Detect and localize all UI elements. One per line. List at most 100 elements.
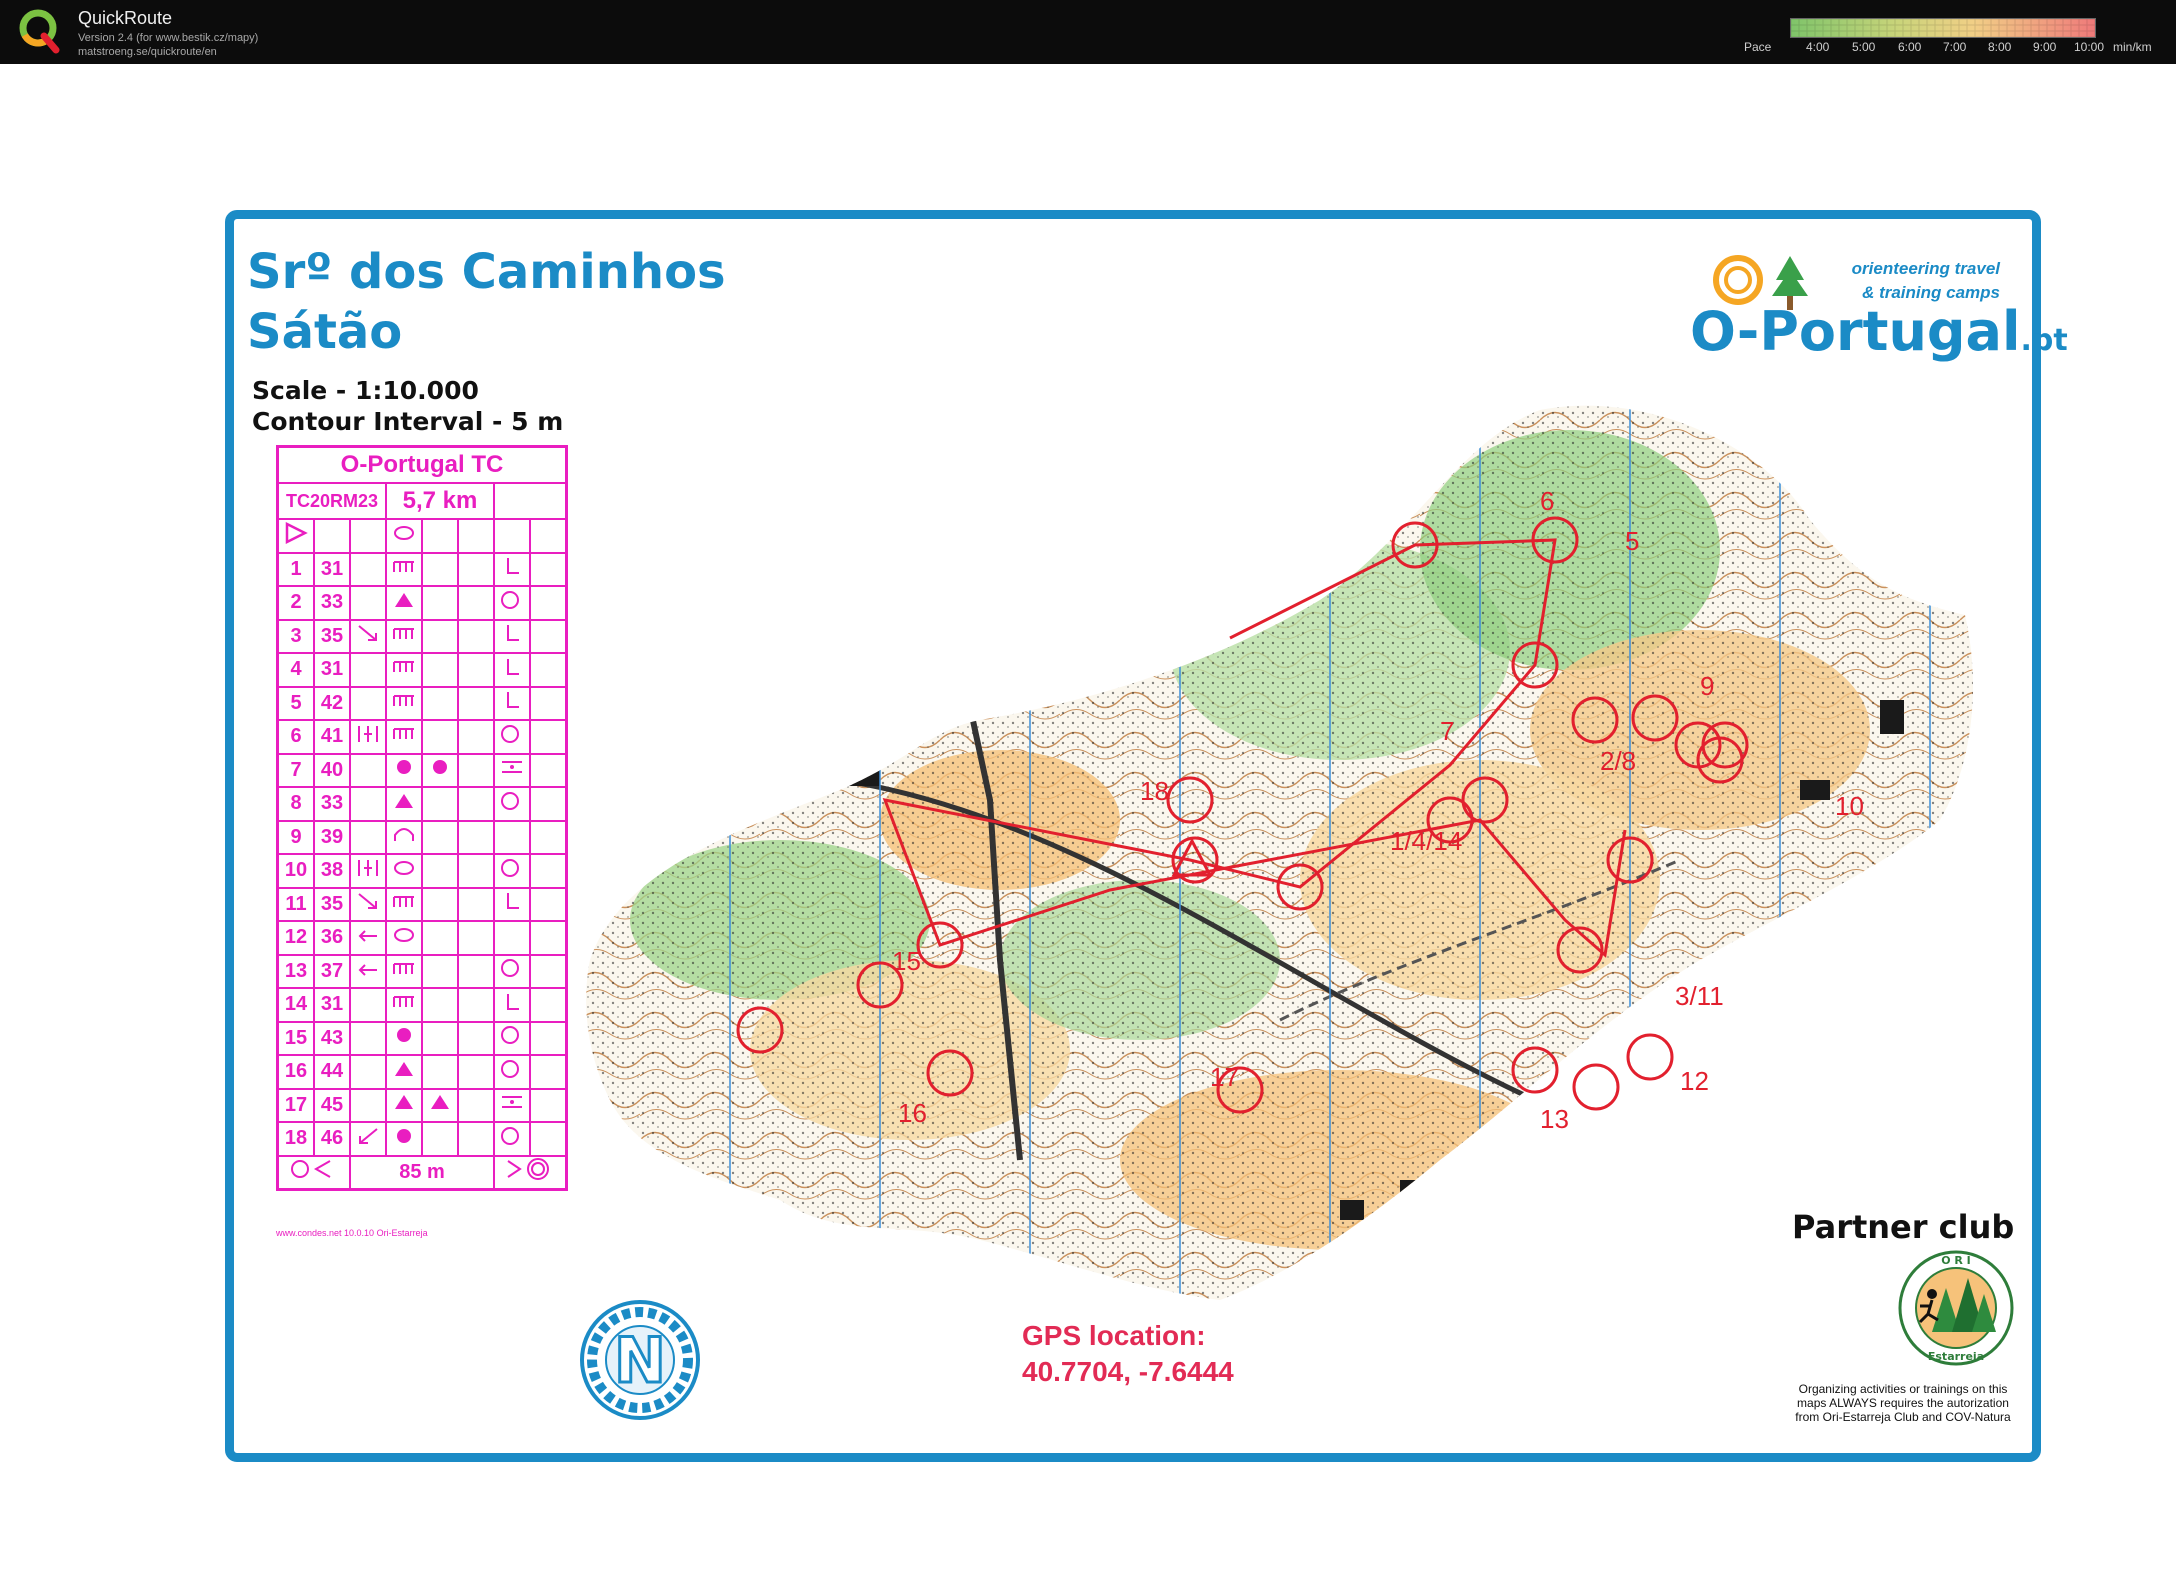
control-number: 6 bbox=[1540, 486, 1554, 516]
cd-location-icon bbox=[493, 1020, 531, 1056]
cd-cell bbox=[529, 752, 568, 788]
cd-control-code: 38 bbox=[313, 853, 351, 889]
cd-footer: www.condes.net 10.0.10 Ori-Estarreja bbox=[276, 1228, 428, 1238]
cd-control-number: 7 bbox=[276, 752, 315, 788]
cd-cell bbox=[421, 685, 459, 721]
cd-cell bbox=[421, 518, 459, 554]
cd-location-icon bbox=[493, 987, 531, 1023]
control-number: 2/8 bbox=[1600, 746, 1636, 776]
cd-feature-icon bbox=[385, 585, 423, 621]
start-triangle-icon bbox=[276, 518, 315, 554]
control-circle bbox=[1626, 1033, 1674, 1081]
cd-control-code: 37 bbox=[313, 953, 351, 989]
cd-blank bbox=[493, 482, 568, 520]
cd-control-code: 44 bbox=[313, 1054, 351, 1090]
cd-direction-icon bbox=[349, 618, 387, 654]
app-version: Version 2.4 (for www.bestik.cz/mapy) mat… bbox=[78, 31, 258, 59]
cd-cell bbox=[529, 719, 568, 755]
cd-row: 15 43 bbox=[276, 1020, 568, 1056]
cd-control-code: 41 bbox=[313, 719, 351, 755]
quickroute-logo-icon bbox=[19, 9, 60, 54]
cd-cell bbox=[529, 953, 568, 989]
cd-event-title: O-Portugal TC bbox=[276, 445, 568, 484]
cd-cell bbox=[529, 987, 568, 1023]
finish-circle-icon bbox=[493, 1154, 568, 1191]
cd-control-number: 17 bbox=[276, 1087, 315, 1123]
cd-location-icon bbox=[493, 1087, 531, 1123]
cd-cell bbox=[457, 1020, 495, 1056]
cd-cell bbox=[529, 518, 568, 554]
cd-location-icon bbox=[493, 853, 531, 889]
cd-control-number: 6 bbox=[276, 719, 315, 755]
app-header-bar: QuickRoute Version 2.4 (for www.bestik.c… bbox=[0, 0, 2176, 64]
cd-row: 12 36 bbox=[276, 920, 568, 956]
cd-cell bbox=[457, 1121, 495, 1157]
control-number: 18 bbox=[1140, 776, 1169, 806]
cd-cell bbox=[349, 987, 387, 1023]
gps-coordinates: 40.7704, -7.6444 bbox=[1022, 1356, 1234, 1387]
cd-location-icon bbox=[493, 752, 531, 788]
cd-control-code: 35 bbox=[313, 618, 351, 654]
cd-direction-icon bbox=[349, 953, 387, 989]
cd-cell bbox=[457, 1087, 495, 1123]
ori-estarreja-club-logo-icon: O R I Estarreja bbox=[1898, 1250, 2014, 1366]
cd-cell bbox=[529, 685, 568, 721]
cd-row: 4 31 bbox=[276, 652, 568, 688]
map-title-line1: Srº dos Caminhos bbox=[247, 244, 726, 300]
cd-control-number: 1 bbox=[276, 551, 315, 587]
cd-cell bbox=[349, 518, 387, 554]
cd-cell bbox=[349, 652, 387, 688]
cd-row: 7 40 bbox=[276, 752, 568, 788]
start-feature-icon bbox=[385, 518, 423, 554]
cd-row: 1 31 bbox=[276, 551, 568, 587]
map-terrain bbox=[586, 405, 1973, 1300]
cd-cell bbox=[421, 920, 459, 956]
cd-course-code: TC20RM23 bbox=[276, 482, 387, 520]
control-circle bbox=[1572, 1063, 1620, 1111]
north-arrow-icon: N bbox=[580, 1300, 700, 1420]
cd-direction-icon bbox=[349, 853, 387, 889]
cd-cell bbox=[349, 551, 387, 587]
cd-control-number: 14 bbox=[276, 987, 315, 1023]
cd-cell bbox=[421, 1121, 459, 1157]
cd-control-code: 33 bbox=[313, 585, 351, 621]
cd-cell bbox=[421, 618, 459, 654]
logo-main: O-Portugal bbox=[1690, 300, 2021, 363]
cd-course-length: 5,7 km bbox=[385, 482, 495, 520]
control-number: 9 bbox=[1700, 671, 1714, 701]
cd-control-number: 5 bbox=[276, 685, 315, 721]
cd-feature-icon bbox=[385, 652, 423, 688]
cd-direction-icon bbox=[349, 886, 387, 922]
cd-cell bbox=[529, 786, 568, 822]
o-portugal-logo-text: O-Portugal.pt bbox=[1690, 300, 2068, 363]
cd-direction-icon bbox=[349, 719, 387, 755]
cd-row: 18 46 bbox=[276, 1121, 568, 1157]
cd-control-code: 31 bbox=[313, 987, 351, 1023]
cd-row: 10 38 bbox=[276, 853, 568, 889]
cd-feature-icon bbox=[385, 719, 423, 755]
control-number: 15 bbox=[892, 946, 921, 976]
control-number: 1/4/14 bbox=[1390, 826, 1462, 856]
cd-feature-icon bbox=[385, 618, 423, 654]
cd-direction-icon bbox=[349, 920, 387, 956]
control-number: 12 bbox=[1680, 1066, 1709, 1096]
pace-label: Pace bbox=[1744, 40, 1772, 54]
cd-feature-icon bbox=[385, 752, 423, 788]
cd-cell bbox=[421, 585, 459, 621]
control-number: 3/11 bbox=[1675, 981, 1724, 1011]
cd-control-code: 36 bbox=[313, 920, 351, 956]
cd-cell bbox=[529, 1020, 568, 1056]
cd-cell bbox=[529, 920, 568, 956]
cd-control-number: 2 bbox=[276, 585, 315, 621]
cd-cell bbox=[529, 585, 568, 621]
app-url-line: matstroeng.se/quickroute/en bbox=[78, 46, 217, 58]
cd-cell bbox=[421, 886, 459, 922]
cd-cell bbox=[421, 652, 459, 688]
cd-feature-icon bbox=[385, 920, 423, 956]
cd-control-number: 4 bbox=[276, 652, 315, 688]
control-number: 16 bbox=[898, 1098, 927, 1128]
pace-tick: 8:00 bbox=[1988, 40, 2012, 54]
cd-control-code: 46 bbox=[313, 1121, 351, 1157]
cd-cell bbox=[493, 518, 531, 554]
cd-feature-icon bbox=[385, 953, 423, 989]
